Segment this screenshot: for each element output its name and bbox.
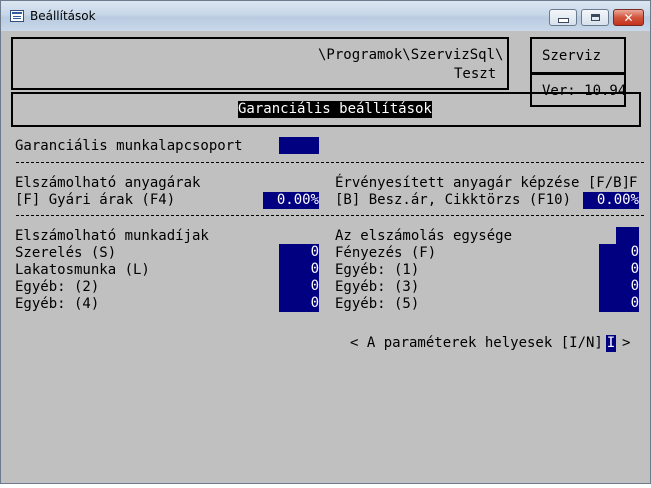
app-name: Szerviz: [542, 48, 602, 64]
version-label: Ver: 10.94: [542, 83, 627, 99]
labor-label: Szerelés (S): [15, 245, 117, 261]
labor-field[interactable]: 0: [599, 295, 639, 312]
price-mode-label: Érvényesített anyagár képzése [F/B]: [335, 175, 631, 191]
labor-field[interactable]: 0: [599, 244, 639, 261]
labor-field[interactable]: 0: [279, 295, 319, 312]
page-title: Garanciális beállítások: [238, 101, 432, 118]
labor-label: Egyéb: (4): [15, 296, 100, 312]
labor-field[interactable]: 0: [279, 278, 319, 295]
company-name: Teszt: [454, 66, 497, 82]
materials-option: [F] Gyári árak (F4): [15, 192, 176, 208]
minimize-icon: [557, 17, 569, 23]
program-path: \Programok\SzervizSql\: [318, 47, 504, 63]
separator: [16, 215, 644, 216]
factory-price-field[interactable]: 0.00%: [263, 192, 319, 209]
labor-field[interactable]: 0: [279, 244, 319, 261]
title-bar[interactable]: Beállítások ✕: [1, 1, 650, 31]
labor-title: Elszámolható munkadíjak: [15, 228, 209, 244]
labor-field[interactable]: 0: [599, 278, 639, 295]
maximize-icon: [590, 14, 600, 21]
labor-label: Egyéb: (2): [15, 279, 100, 295]
labor-field[interactable]: 0: [599, 261, 639, 278]
group-field[interactable]: [279, 137, 319, 154]
confirm-suffix: >: [622, 335, 631, 351]
close-icon: ✕: [623, 10, 634, 25]
unit-title: Az elszámolás egysége: [335, 228, 513, 244]
close-button[interactable]: ✕: [613, 9, 644, 26]
separator: [16, 162, 644, 163]
materials-title: Elszámolható anyagárak: [15, 175, 201, 191]
terminal-area: \Programok\SzervizSql\ Teszt Szerviz Ver…: [8, 31, 644, 479]
group-label: Garanciális munkalapcsoport: [15, 138, 243, 154]
maximize-button[interactable]: [581, 9, 609, 26]
purchase-price-option: [B] Besz.ár, Cikktörzs (F10): [335, 192, 572, 208]
app-window-icon[interactable]: [10, 10, 24, 22]
labor-label: Egyéb: (1): [335, 262, 420, 278]
settings-window: Beállítások ✕ \Programok\SzervizSql\ Tes…: [0, 0, 651, 484]
purchase-price-field[interactable]: 0.00%: [583, 192, 639, 209]
labor-label: Fényezés (F): [335, 245, 437, 261]
unit-field[interactable]: [616, 227, 639, 244]
minimize-button[interactable]: [549, 9, 577, 26]
confirm-field[interactable]: I: [606, 335, 616, 352]
labor-label: Lakatosmunka (L): [15, 262, 150, 278]
price-mode-field[interactable]: F: [629, 175, 637, 192]
confirm-prompt: < A paraméterek helyesek [I/N]:: [350, 335, 612, 351]
labor-label: Egyéb: (3): [335, 279, 420, 295]
labor-label: Egyéb: (5): [335, 296, 420, 312]
labor-field[interactable]: 0: [279, 261, 319, 278]
window-title: Beállítások: [30, 9, 96, 23]
